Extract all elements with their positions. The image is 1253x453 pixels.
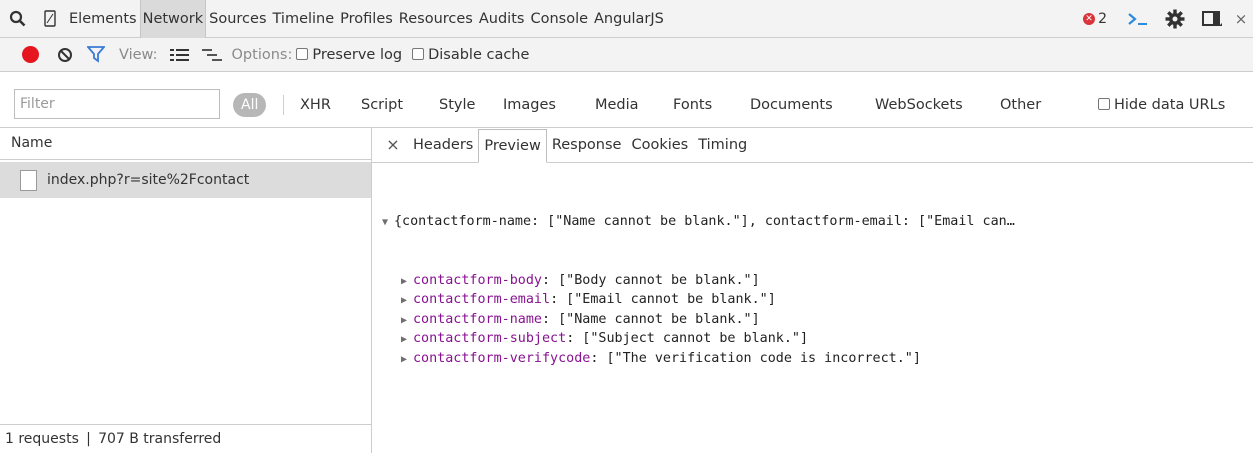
json-property-row[interactable]: ▶ contactform-email: ["Email cannot be bl…	[382, 290, 1015, 310]
clear-icon[interactable]	[57, 47, 73, 63]
filter-divider	[283, 95, 284, 115]
json-property-row[interactable]: ▶ contactform-subject: ["Subject cannot b…	[382, 329, 1015, 349]
network-toolbar: View: Options: Preserve log Disable cach…	[0, 38, 1253, 72]
hide-data-urls-label: Hide data URLs	[1114, 97, 1226, 113]
detail-tab-timing[interactable]: Timing	[693, 129, 752, 162]
filter-type-other[interactable]: Other	[1000, 89, 1041, 125]
request-detail-panel: × Headers Preview Response Cookies Timing ▼ {…	[372, 127, 1253, 453]
filter-type-all[interactable]: All	[233, 93, 267, 117]
detail-tab-response[interactable]: Response	[547, 129, 627, 162]
detail-tab-preview[interactable]: Preview	[478, 129, 547, 163]
tab-timeline[interactable]: Timeline	[270, 0, 338, 38]
filter-type-fonts[interactable]: Fonts	[673, 89, 712, 125]
filter-type-documents[interactable]: Documents	[750, 89, 833, 125]
tabbar-right-controls: ✕ 2 ×	[1083, 0, 1253, 38]
panel-tabs: Elements Network Sources Timeline Profiles Re…	[66, 0, 667, 38]
json-key: contactform-verifycode	[413, 350, 591, 366]
tab-angularjs[interactable]: AngularJS	[591, 0, 667, 38]
json-root[interactable]: ▼ {contactform-name: ["Name cannot be bla…	[382, 212, 1015, 232]
error-count-badge[interactable]: ✕ 2	[1083, 11, 1107, 27]
search-icon[interactable]	[0, 0, 34, 38]
tab-network[interactable]: Network	[139, 0, 207, 38]
filter-type-xhr[interactable]: XHR	[300, 89, 331, 125]
json-property-row[interactable]: ▶ contactform-body: ["Body cannot be blan…	[382, 271, 1015, 291]
devtools-tab-bar: Elements Network Sources Timeline Profiles Re…	[0, 0, 1253, 38]
request-row[interactable]: index.php?r=site%2Fcontact	[0, 162, 371, 198]
tab-console[interactable]: Console	[527, 0, 591, 38]
filter-input[interactable]	[14, 89, 220, 119]
settings-gear-icon[interactable]	[1155, 0, 1195, 38]
json-key: contactform-email	[413, 292, 551, 307]
json-value: : ["Subject cannot be blank."]	[566, 331, 809, 346]
json-property-row[interactable]: ▶ contactform-verifycode: ["The verificat…	[382, 349, 1015, 369]
view-label: View:	[119, 46, 158, 63]
device-mode-icon[interactable]	[34, 0, 66, 38]
disable-cache-box[interactable]	[412, 47, 425, 60]
json-preview: ▼ {contactform-name: ["Name cannot be bla…	[382, 173, 1015, 368]
json-value: : ["The verification code is incorrect."…	[590, 350, 921, 366]
tab-resources[interactable]: Resources	[396, 0, 476, 38]
network-summary: 1 requests | 707 B transferred	[0, 424, 371, 453]
filter-type-script[interactable]: Script	[361, 89, 403, 125]
hide-data-urls-checkbox[interactable]: Hide data URLs	[1098, 89, 1225, 125]
file-icon	[20, 169, 37, 191]
request-name: index.php?r=site%2Fcontact	[47, 172, 250, 188]
filter-type-media[interactable]: Media	[595, 89, 639, 125]
dock-side-icon[interactable]	[1195, 0, 1229, 38]
waterfall-view-icon[interactable]	[201, 48, 222, 62]
preserve-log-label: Preserve log	[312, 46, 403, 63]
json-value: : ["Name cannot be blank."]	[542, 311, 760, 327]
json-property-row[interactable]: ▶ contactform-name: ["Name cannot be blan…	[382, 310, 1015, 330]
collapsed-triangle-icon: ▶	[401, 334, 408, 345]
json-value: : ["Email cannot be blank."]	[550, 292, 776, 307]
close-detail-button[interactable]: ×	[378, 128, 408, 162]
hide-data-urls-box[interactable]	[1098, 98, 1110, 110]
json-key: contactform-subject	[413, 331, 567, 346]
filter-icon[interactable]	[87, 46, 105, 63]
tab-profiles[interactable]: Profiles	[337, 0, 396, 38]
detail-tab-headers[interactable]: Headers	[408, 129, 478, 162]
console-drawer-icon[interactable]	[1121, 0, 1155, 38]
preserve-log-checkbox[interactable]: Preserve log	[296, 47, 402, 63]
error-icon: ✕	[1083, 13, 1096, 25]
filter-type-style[interactable]: Style	[439, 89, 475, 125]
tab-audits[interactable]: Audits	[476, 0, 528, 38]
close-devtools-button[interactable]: ×	[1229, 0, 1253, 38]
detail-tab-cookies[interactable]: Cookies	[626, 129, 693, 162]
error-count: 2	[1098, 11, 1107, 27]
tab-elements[interactable]: Elements	[66, 0, 140, 38]
json-summary: {contactform-name: ["Name cannot be blan…	[394, 214, 1015, 229]
preserve-log-box[interactable]	[296, 47, 309, 60]
name-column-header[interactable]: Name	[0, 127, 371, 160]
collapsed-triangle-icon: ▶	[401, 353, 408, 365]
request-list-panel: Name index.php?r=site%2Fcontact 1 reques…	[0, 127, 372, 453]
list-view-icon[interactable]	[169, 48, 190, 62]
detail-tabs: × Headers Preview Response Cookies Timing	[372, 127, 1253, 163]
collapsed-triangle-icon: ▶	[401, 275, 408, 287]
disable-cache-checkbox[interactable]: Disable cache	[412, 47, 529, 63]
expanded-triangle-icon: ▼	[382, 217, 389, 228]
record-icon[interactable]	[22, 46, 39, 63]
filter-type-websockets[interactable]: WebSockets	[875, 89, 963, 125]
collapsed-triangle-icon: ▶	[401, 314, 408, 326]
close-icon: ×	[1234, 10, 1248, 28]
options-label: Options:	[231, 46, 293, 63]
tab-sources[interactable]: Sources	[206, 0, 269, 38]
disable-cache-label: Disable cache	[428, 46, 530, 63]
collapsed-triangle-icon: ▶	[401, 295, 408, 306]
json-value: : ["Body cannot be blank."]	[542, 272, 760, 288]
json-key: contactform-body	[413, 272, 542, 288]
filter-type-images[interactable]: Images	[503, 89, 556, 125]
filter-bar: All XHR Script Style Images Media Fonts …	[0, 89, 1253, 125]
json-key: contactform-name	[413, 311, 542, 327]
